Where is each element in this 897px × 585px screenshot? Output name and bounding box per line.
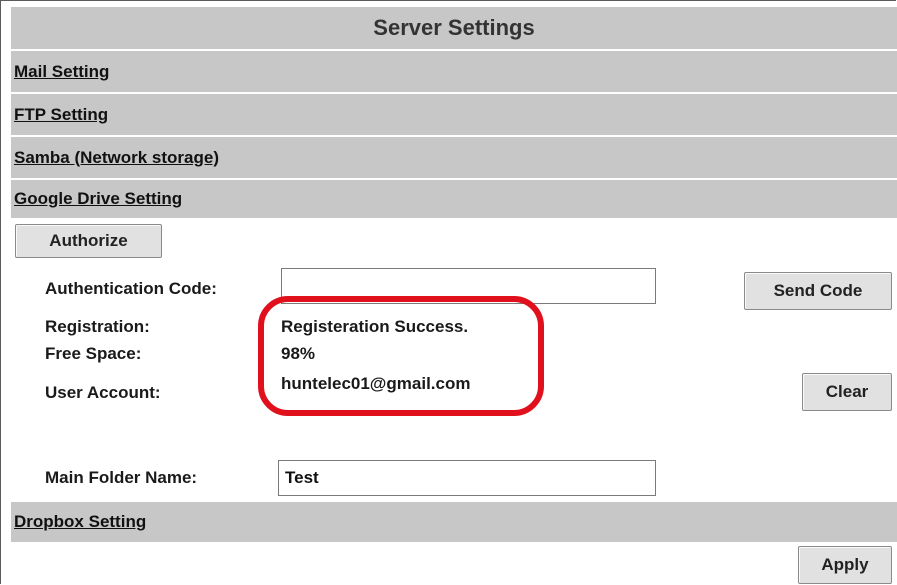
send-code-button[interactable]: Send Code [744, 272, 892, 310]
registration-label: Registration: [45, 317, 150, 336]
page-title: Server Settings [11, 7, 897, 49]
apply-button[interactable]: Apply [798, 546, 892, 584]
user-account-label: User Account: [45, 383, 161, 402]
authorize-button[interactable]: Authorize [15, 224, 162, 258]
clear-button[interactable]: Clear [802, 373, 892, 411]
section-dropbox: Dropbox Setting [11, 502, 897, 542]
highlight-circle [258, 296, 544, 416]
dropbox-setting-link[interactable]: Dropbox Setting [11, 512, 146, 532]
samba-setting-link[interactable]: Samba (Network storage) [11, 148, 219, 168]
main-folder-label: Main Folder Name: [45, 468, 198, 487]
auth-code-label: Authentication Code: [45, 279, 217, 298]
free-space-label: Free Space: [45, 344, 142, 363]
section-mail: Mail Setting [11, 51, 897, 92]
section-gdrive: Google Drive Setting [11, 180, 897, 218]
ftp-setting-link[interactable]: FTP Setting [11, 105, 108, 125]
mail-setting-link[interactable]: Mail Setting [11, 62, 109, 82]
section-ftp: FTP Setting [11, 94, 897, 135]
section-samba: Samba (Network storage) [11, 137, 897, 178]
main-folder-input[interactable] [278, 460, 656, 496]
page-title-text: Server Settings [373, 15, 535, 40]
google-drive-setting-link[interactable]: Google Drive Setting [11, 189, 182, 209]
